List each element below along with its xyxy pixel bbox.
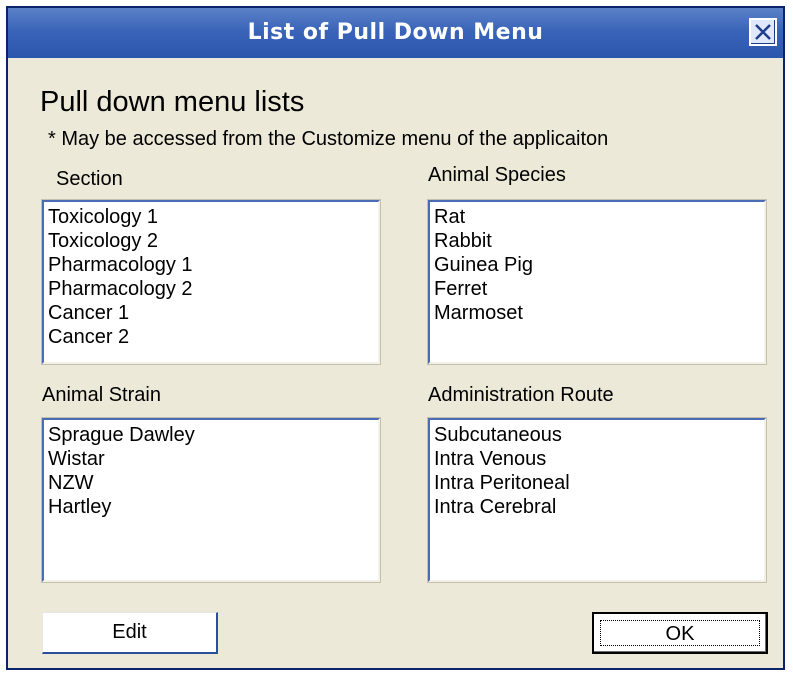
ok-button[interactable]: OK [592,612,768,654]
customize-note: * May be accessed from the Customize men… [48,128,609,150]
page-title: Pull down menu lists [40,86,305,118]
list-item[interactable]: Intra Venous [430,447,764,471]
close-button[interactable] [749,18,777,46]
section-label: Section [56,168,123,190]
list-item[interactable]: Pharmacology 2 [44,277,378,301]
animal-species-listbox[interactable]: Rat Rabbit Guinea Pig Ferret Marmoset [428,200,766,364]
administration-route-listbox[interactable]: Subcutaneous Intra Venous Intra Peritone… [428,418,766,582]
title-bar[interactable]: List of Pull Down Menu [8,8,783,58]
list-item[interactable]: Hartley [44,495,378,519]
list-item[interactable]: Toxicology 2 [44,229,378,253]
list-item[interactable]: Toxicology 1 [44,205,378,229]
animal-strain-listbox[interactable]: Sprague Dawley Wistar NZW Hartley [42,418,380,582]
edit-button[interactable]: Edit [42,612,218,654]
animal-strain-label: Animal Strain [42,384,161,406]
list-item[interactable]: Ferret [430,277,764,301]
list-item[interactable]: Cancer 1 [44,301,378,325]
animal-species-label: Animal Species [428,164,566,186]
list-item[interactable]: Rabbit [430,229,764,253]
ok-button-label: OK [600,620,760,646]
list-item[interactable]: Intra Peritoneal [430,471,764,495]
list-item[interactable]: Rat [430,205,764,229]
list-item[interactable]: Marmoset [430,301,764,325]
list-item[interactable]: Subcutaneous [430,423,764,447]
list-item[interactable]: Intra Cerebral [430,495,764,519]
list-item[interactable]: Wistar [44,447,378,471]
list-item[interactable]: Pharmacology 1 [44,253,378,277]
list-item[interactable]: NZW [44,471,378,495]
dialog-body: Pull down menu lists * May be accessed f… [8,58,783,668]
administration-route-label: Administration Route [428,384,614,406]
list-item[interactable]: Cancer 2 [44,325,378,349]
list-item[interactable]: Sprague Dawley [44,423,378,447]
dialog-title: List of Pull Down Menu [247,20,544,45]
section-listbox[interactable]: Toxicology 1 Toxicology 2 Pharmacology 1… [42,200,380,364]
close-icon [755,24,771,40]
pull-down-menu-dialog: List of Pull Down Menu Pull down menu li… [6,6,785,670]
list-item[interactable]: Guinea Pig [430,253,764,277]
